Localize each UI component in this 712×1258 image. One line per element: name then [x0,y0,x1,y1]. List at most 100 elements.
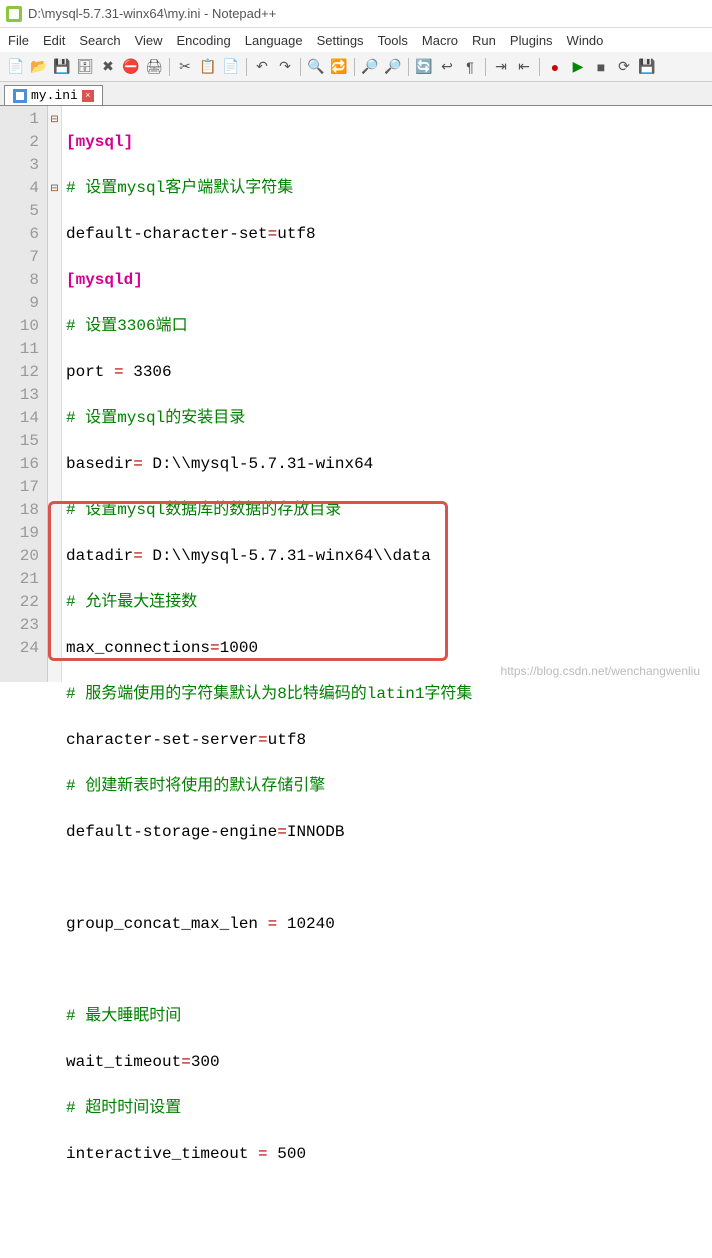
line-number: 12 [0,361,39,384]
titlebar: D:\mysql-5.7.31-winx64\my.ini - Notepad+… [0,0,712,28]
line-number: 4 [0,177,39,200]
menu-macro[interactable]: Macro [422,33,458,48]
code-line [66,1189,712,1212]
record-macro-icon[interactable]: ● [545,57,565,77]
code-line [66,959,712,982]
code-area[interactable]: [mysql] # 设置mysql客户端默认字符集 default-charac… [62,106,712,682]
menu-language[interactable]: Language [245,33,303,48]
line-number: 9 [0,292,39,315]
line-number: 21 [0,568,39,591]
toolbar-separator [300,58,301,76]
menu-run[interactable]: Run [472,33,496,48]
cut-icon[interactable]: ✂ [175,57,195,77]
code-line: group_concat_max_len = 10240 [66,913,712,936]
open-file-icon[interactable]: 📂 [29,57,49,77]
menu-window[interactable]: Windo [567,33,604,48]
code-line: [mysql] [66,131,712,154]
code-line: # 允许最大连接数 [66,591,712,614]
sync-icon[interactable]: 🔄 [414,57,434,77]
menu-settings[interactable]: Settings [317,33,364,48]
menu-view[interactable]: View [135,33,163,48]
line-number: 7 [0,246,39,269]
print-icon[interactable]: 🖨 [144,57,164,77]
redo-icon[interactable]: ↷ [275,57,295,77]
app-icon [6,6,22,22]
line-number: 20 [0,545,39,568]
line-number: 10 [0,315,39,338]
play-macro-icon[interactable]: ▶ [568,57,588,77]
hidden-chars-icon[interactable]: ¶ [460,57,480,77]
tab-close-icon[interactable]: × [82,90,94,102]
file-tab[interactable]: my.ini × [4,85,103,105]
code-line [66,867,712,890]
line-number: 6 [0,223,39,246]
close-icon[interactable]: ✖ [98,57,118,77]
line-number-gutter: 1 2 3 4 5 6 7 8 9 10 11 12 13 14 15 16 1… [0,106,48,682]
line-number: 18 [0,499,39,522]
code-line: # 最大睡眠时间 [66,1005,712,1028]
line-number: 8 [0,269,39,292]
code-line: max_connections=1000 [66,637,712,660]
line-number: 1 [0,108,39,131]
code-line: # 创建新表时将使用的默认存储引擎 [66,775,712,798]
code-line: # 设置3306端口 [66,315,712,338]
toolbar-separator [408,58,409,76]
code-line: datadir= D:\\mysql-5.7.31-winx64\\data [66,545,712,568]
editor[interactable]: 1 2 3 4 5 6 7 8 9 10 11 12 13 14 15 16 1… [0,106,712,682]
line-number: 15 [0,430,39,453]
menu-file[interactable]: File [8,33,29,48]
line-number: 23 [0,614,39,637]
stop-macro-icon[interactable]: ■ [591,57,611,77]
code-line: default-storage-engine=INNODB [66,821,712,844]
undo-icon[interactable]: ↶ [252,57,272,77]
code-line: port = 3306 [66,361,712,384]
replace-icon[interactable]: 🔁 [329,57,349,77]
line-number: 14 [0,407,39,430]
menu-plugins[interactable]: Plugins [510,33,553,48]
code-line: interactive_timeout = 500 [66,1143,712,1166]
fold-minus-icon[interactable]: ⊟ [48,108,61,131]
window-title: D:\mysql-5.7.31-winx64\my.ini - Notepad+… [28,6,276,21]
toolbar-separator [169,58,170,76]
fold-minus-icon[interactable]: ⊟ [48,177,61,200]
save-icon[interactable]: 💾 [52,57,72,77]
code-line: # 设置mysql数据库的数据的存放目录 [66,499,712,522]
indent-icon[interactable]: ⇥ [491,57,511,77]
line-number: 5 [0,200,39,223]
menu-tools[interactable]: Tools [378,33,408,48]
code-line: wait_timeout=300 [66,1051,712,1074]
menu-edit[interactable]: Edit [43,33,65,48]
zoom-in-icon[interactable]: 🔎 [360,57,380,77]
menu-search[interactable]: Search [79,33,120,48]
code-line: # 设置mysql的安装目录 [66,407,712,430]
repeat-macro-icon[interactable]: ⟳ [614,57,634,77]
line-number: 13 [0,384,39,407]
save-all-icon[interactable]: 🗄 [75,57,95,77]
find-icon[interactable]: 🔍 [306,57,326,77]
line-number: 3 [0,154,39,177]
tab-label: my.ini [31,88,78,103]
close-all-icon[interactable]: ⛔ [121,57,141,77]
wrap-icon[interactable]: ↩ [437,57,457,77]
code-line: [mysqld] [66,269,712,292]
line-number: 16 [0,453,39,476]
fold-gutter: ⊟ ⊟ [48,106,62,682]
line-number: 17 [0,476,39,499]
watermark: https://blog.csdn.net/wenchangwenliu [501,664,700,678]
code-line: basedir= D:\\mysql-5.7.31-winx64 [66,453,712,476]
zoom-out-icon[interactable]: 🔎 [383,57,403,77]
paste-icon[interactable]: 📄 [221,57,241,77]
menu-encoding[interactable]: Encoding [177,33,231,48]
new-file-icon[interactable]: 📄 [6,57,26,77]
toolbar: 📄 📂 💾 🗄 ✖ ⛔ 🖨 ✂ 📋 📄 ↶ ↷ 🔍 🔁 🔎 🔎 🔄 ↩ ¶ ⇥ … [0,52,712,82]
code-line: # 服务端使用的字符集默认为8比特编码的latin1字符集 [66,683,712,706]
toolbar-separator [485,58,486,76]
toolbar-separator [354,58,355,76]
toolbar-separator [539,58,540,76]
copy-icon[interactable]: 📋 [198,57,218,77]
save-macro-icon[interactable]: 💾 [637,57,657,77]
line-number: 19 [0,522,39,545]
file-icon [13,89,27,103]
outdent-icon[interactable]: ⇤ [514,57,534,77]
toolbar-separator [246,58,247,76]
